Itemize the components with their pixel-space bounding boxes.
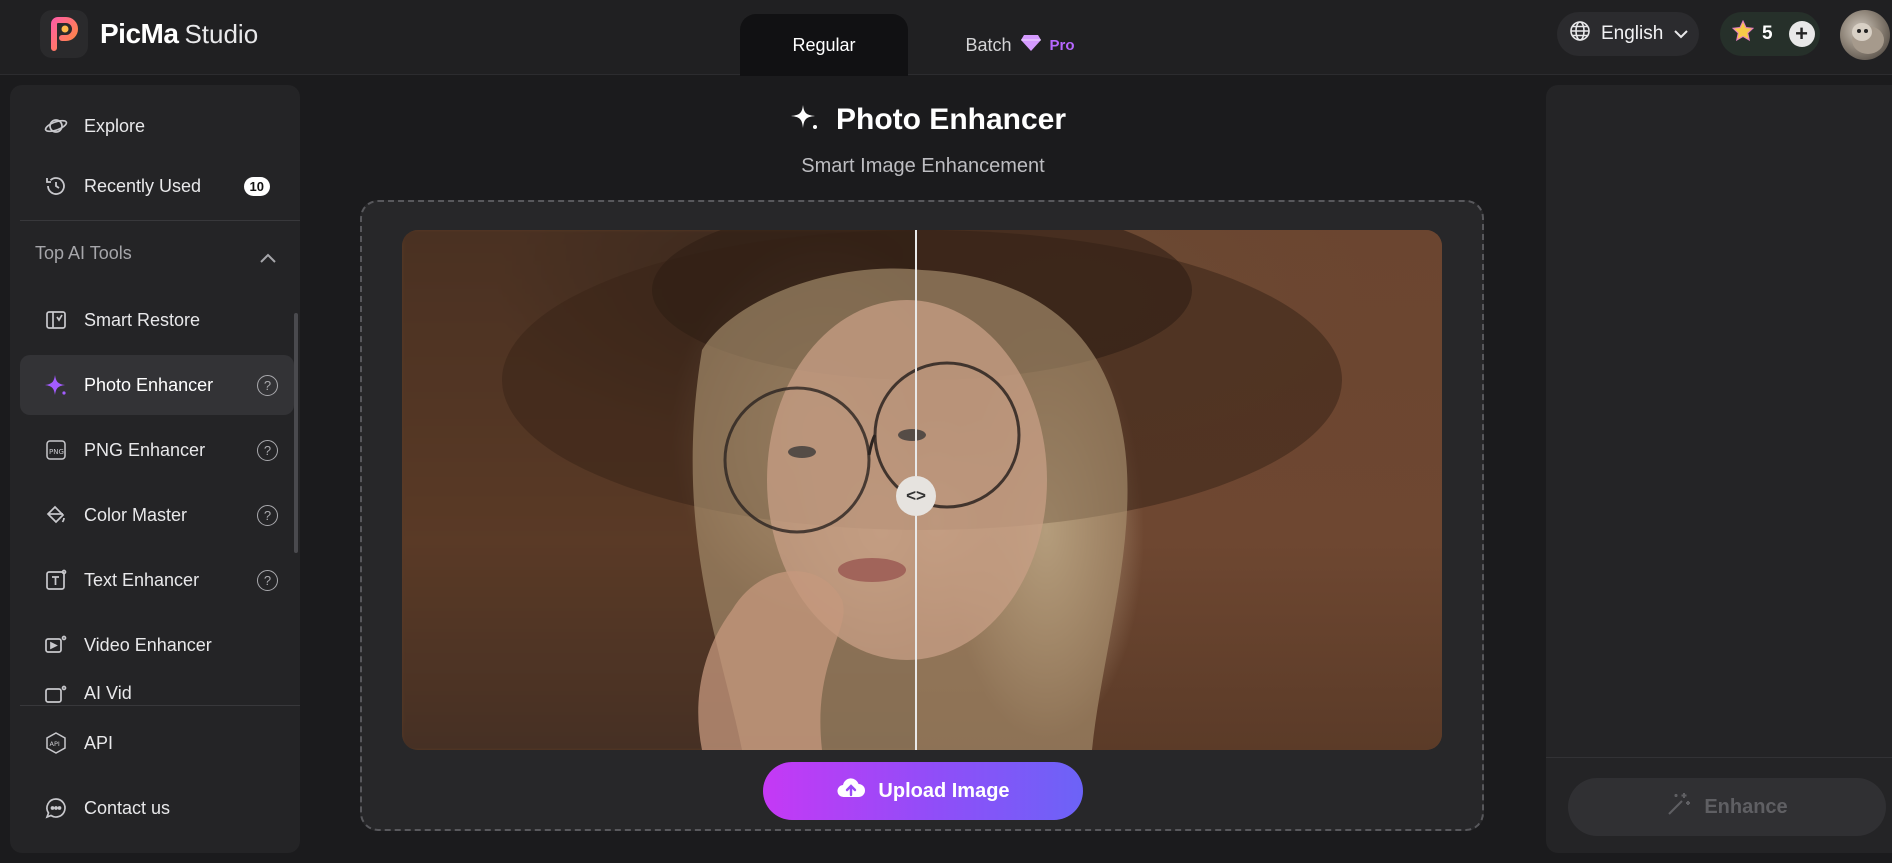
star-icon [1731,19,1755,48]
enhance-label: Enhance [1704,795,1788,818]
sidebar-item-label: Text Enhancer [84,569,200,590]
upload-image-label: Upload Image [878,779,1010,802]
page-title: Photo Enhancer [836,102,1067,136]
sidebar-item-label: Contact us [84,797,171,818]
tab-regular[interactable]: Regular [740,14,908,76]
sidebar-item-label: Smart Restore [84,309,201,330]
help-icon[interactable]: ? [257,374,278,396]
cloud-upload-icon [836,776,866,806]
pro-badge: Pro [1049,36,1075,54]
sidebar-item-label: AI Vid [84,683,132,703]
restore-icon [44,308,68,332]
sidebar-item-api[interactable]: API API [20,713,294,773]
sidebar-divider [20,220,300,221]
upload-image-button[interactable]: Upload Image [763,762,1083,820]
brand-name: PicMa [100,18,179,49]
enhance-button[interactable]: Enhance [1568,778,1886,836]
plus-icon[interactable]: + [1788,21,1815,47]
tab-batch-label: Batch [965,34,1012,55]
help-icon[interactable]: ? [257,439,278,461]
paint-bucket-icon [44,503,68,527]
chat-icon [44,796,68,820]
before-after-preview: <> [402,230,1442,750]
recent-count-badge: 10 [243,176,270,196]
sidebar-scrollbar[interactable] [294,313,298,553]
sidebar-item-label: Color Master [84,504,188,525]
sparkle-icon [790,102,820,137]
credits-button[interactable]: 5 + [1720,12,1820,56]
sidebar-item-label: Photo Enhancer [84,374,214,395]
panel-divider [1546,757,1892,758]
sidebar-item-label: API [84,732,114,753]
png-icon: PNG [44,438,68,462]
video-icon [44,633,68,657]
sidebar: Explore Recently Used 10 Top AI Tools Sm… [10,85,300,853]
sidebar-item-label: Explore [84,115,146,136]
sidebar-item-color-master[interactable]: Color Master ? [20,485,294,545]
sidebar-item-explore[interactable]: Explore [20,96,294,156]
api-icon: API [44,731,68,755]
sidebar-item-label: Recently Used [84,175,202,196]
video-icon [44,683,68,705]
sidebar-item-png-enhancer[interactable]: PNG PNG Enhancer ? [20,420,294,480]
page-header: Photo Enhancer [790,102,1066,137]
compare-slider-handle[interactable]: <> [896,476,936,516]
brand-sub: Studio [184,18,259,49]
section-title-top-ai-tools: Top AI Tools [35,243,132,263]
chevron-up-icon[interactable] [259,251,277,269]
sidebar-item-smart-restore[interactable]: Smart Restore [20,290,294,350]
top-header: PicMa Studio Regular Batch Pro English 5… [0,0,1892,76]
credits-count: 5 [1762,23,1773,44]
text-icon [44,568,68,592]
planet-icon [44,114,68,138]
sidebar-item-contact-us[interactable]: Contact us [20,778,294,838]
sidebar-item-label: PNG Enhancer [84,439,206,460]
chevron-down-icon [1673,23,1689,45]
picma-logo-icon [40,10,88,58]
sidebar-item-video-enhancer[interactable]: Video Enhancer [20,615,294,675]
sidebar-item-text-enhancer[interactable]: Text Enhancer ? [20,550,294,610]
magic-wand-icon [1666,791,1692,823]
sidebar-divider [20,705,300,706]
settings-panel: Enhance [1546,85,1892,853]
help-icon[interactable]: ? [257,569,278,591]
sidebar-item-ai-video[interactable]: AI Vid [20,675,294,705]
svg-text:PNG: PNG [49,448,64,456]
language-label: English [1601,23,1664,44]
sparkle-icon [44,373,68,397]
help-icon[interactable]: ? [257,504,278,526]
tab-batch[interactable]: Batch Pro [920,14,1120,76]
brand-logo[interactable]: PicMa Studio [40,10,258,58]
globe-icon [1569,20,1591,48]
tab-regular-label: Regular [792,34,856,55]
diamond-icon [1020,34,1042,57]
sidebar-item-photo-enhancer[interactable]: Photo Enhancer ? [20,355,294,415]
avatar[interactable] [1840,10,1890,60]
sidebar-item-label: Video Enhancer [84,634,212,655]
svg-text:API: API [50,740,60,748]
language-selector[interactable]: English [1557,12,1699,56]
